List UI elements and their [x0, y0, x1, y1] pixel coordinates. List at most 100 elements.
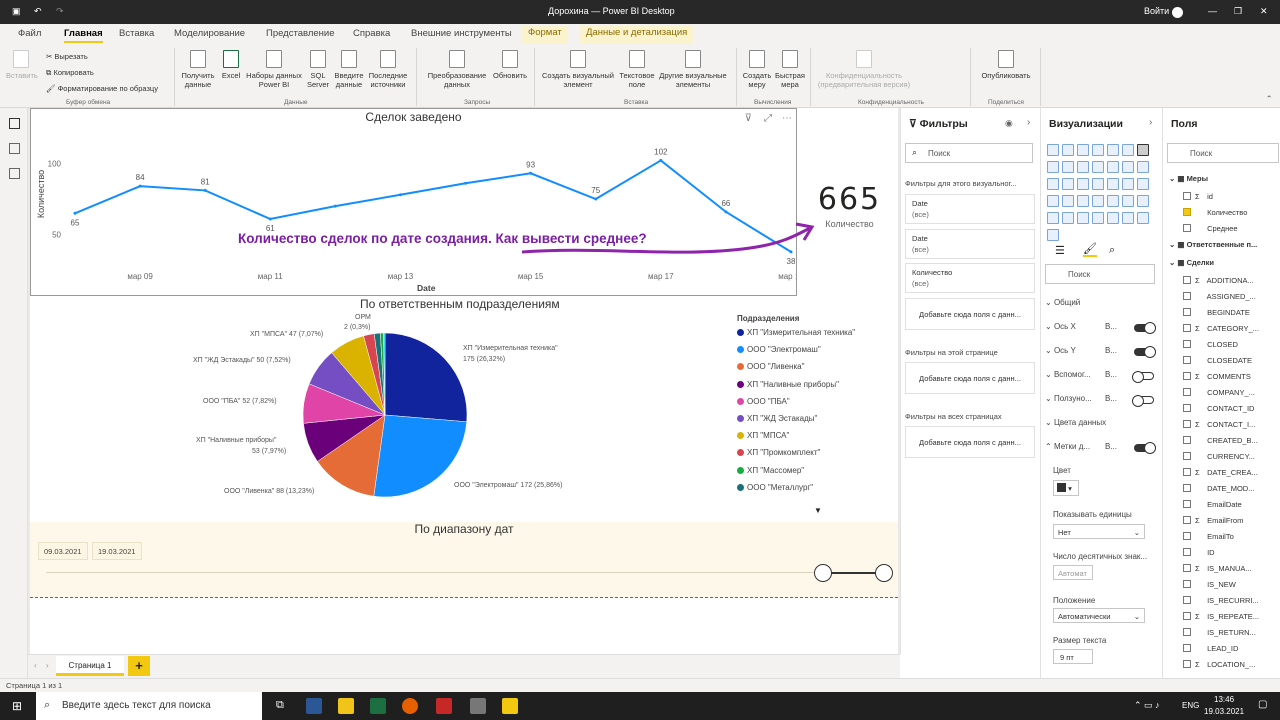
refresh-button[interactable]: Обновить: [490, 50, 530, 80]
field-item[interactable]: COMPANY_...: [1183, 388, 1255, 397]
visual-type-icon[interactable]: [1122, 161, 1134, 173]
visual-type-icon[interactable]: [1077, 178, 1089, 190]
tab-file[interactable]: Файл: [18, 28, 41, 39]
field-checkbox[interactable]: [1183, 192, 1191, 200]
explorer-icon[interactable]: [338, 698, 354, 714]
new-measure-button[interactable]: Создать меру: [740, 50, 774, 89]
section-data-colors[interactable]: ⌄ Цвета данных: [1045, 418, 1106, 427]
collapse-viz-icon[interactable]: ›: [1149, 117, 1152, 128]
tab-format[interactable]: Формат: [522, 26, 568, 44]
next-page-icon[interactable]: ›: [46, 661, 49, 670]
field-checkbox[interactable]: [1183, 484, 1191, 492]
field-checkbox[interactable]: [1183, 324, 1191, 332]
visual-type-icon[interactable]: [1122, 212, 1134, 224]
color-picker[interactable]: ▾: [1053, 480, 1079, 496]
slicer-from-input[interactable]: 09.03.2021: [38, 542, 88, 560]
visual-type-icon[interactable]: [1137, 195, 1149, 207]
visual-type-icon[interactable]: [1122, 178, 1134, 190]
filters-search[interactable]: Поиск: [905, 143, 1033, 163]
data-point[interactable]: [594, 197, 598, 201]
app-icon-red[interactable]: [436, 698, 452, 714]
aux-toggle[interactable]: [1132, 371, 1154, 383]
field-item[interactable]: CLOSEDATE: [1183, 356, 1252, 365]
visual-type-icon[interactable]: [1062, 178, 1074, 190]
field-checkbox[interactable]: [1183, 660, 1191, 668]
data-point[interactable]: [724, 210, 728, 214]
field-checkbox[interactable]: [1183, 628, 1191, 636]
section-y-axis[interactable]: ⌄ Ось Y: [1045, 346, 1076, 355]
tab-help[interactable]: Справка: [353, 28, 390, 39]
format-painter-button[interactable]: 🖌 Форматирование по образцу: [46, 84, 158, 93]
visual-type-icon[interactable]: [1047, 161, 1059, 173]
legend-scroll-icon[interactable]: ▼: [814, 506, 822, 515]
section-general[interactable]: ⌄ Общий: [1045, 298, 1080, 307]
tab-view[interactable]: Представление: [266, 28, 335, 39]
excel-taskbar-icon[interactable]: [370, 698, 386, 714]
field-item[interactable]: CLOSED: [1183, 340, 1238, 349]
field-checkbox[interactable]: [1183, 500, 1191, 508]
data-labels-toggle[interactable]: [1134, 442, 1156, 454]
data-point[interactable]: [268, 217, 272, 221]
filter-card-count[interactable]: Количество (все): [905, 263, 1035, 293]
format-search[interactable]: Поиск: [1045, 264, 1155, 284]
field-item[interactable]: Σ COMMENTS: [1183, 372, 1251, 381]
field-item[interactable]: Σ DATE_CREA...: [1183, 468, 1258, 477]
get-data-button[interactable]: Получить данные: [178, 50, 218, 89]
add-field-visual[interactable]: Добавьте сюда поля с данн...: [905, 298, 1035, 330]
report-view-icon[interactable]: [9, 118, 20, 129]
tab-data-drill[interactable]: Данные и детализация: [580, 26, 694, 44]
legend-item[interactable]: ХП "МПСА": [737, 431, 789, 440]
legend-item[interactable]: ООО "Ливенка": [737, 362, 804, 371]
visual-type-icon[interactable]: [1092, 212, 1104, 224]
field-checkbox[interactable]: [1183, 208, 1191, 216]
field-item[interactable]: EmailDate: [1183, 500, 1242, 509]
fields-search[interactable]: Поиск: [1167, 143, 1279, 163]
recent-sources-button[interactable]: Последние источники: [366, 50, 410, 89]
pie-chart[interactable]: [300, 330, 470, 500]
visual-type-icon[interactable]: [1077, 212, 1089, 224]
visual-type-icon[interactable]: [1107, 178, 1119, 190]
field-item[interactable]: Σ EmailFrom: [1183, 516, 1243, 525]
slider-handle-end[interactable]: [875, 564, 893, 582]
language-indicator[interactable]: ENG: [1182, 701, 1199, 710]
visual-type-icon[interactable]: [1062, 161, 1074, 173]
legend-item[interactable]: ХП "Массомер": [737, 466, 804, 475]
field-item[interactable]: Σ CONTACT_I...: [1183, 420, 1255, 429]
avatar[interactable]: [1172, 7, 1183, 18]
field-checkbox[interactable]: [1183, 224, 1191, 232]
field-checkbox[interactable]: [1183, 388, 1191, 396]
slicer-to-input[interactable]: 19.03.2021: [92, 542, 142, 560]
field-checkbox[interactable]: [1183, 548, 1191, 556]
enter-data-button[interactable]: Введите данные: [332, 50, 366, 89]
eye-icon[interactable]: ◉: [1005, 118, 1013, 129]
visual-type-icon[interactable]: [1107, 161, 1119, 173]
field-item[interactable]: ASSIGNED_...: [1183, 292, 1256, 301]
field-item[interactable]: Σ IS_REPEATE...: [1183, 612, 1259, 621]
notification-icon[interactable]: ▢: [1258, 699, 1267, 710]
legend-item[interactable]: ХП "Наливные приборы": [737, 380, 839, 389]
visual-type-icon[interactable]: [1122, 195, 1134, 207]
visual-type-icon[interactable]: [1107, 212, 1119, 224]
pbi-datasets-button[interactable]: Наборы данных Power BI: [244, 50, 304, 89]
field-item[interactable]: IS_RECURRI...: [1183, 596, 1259, 605]
model-view-icon[interactable]: [9, 168, 20, 179]
units-select[interactable]: Нет ⌄: [1053, 524, 1145, 539]
field-table[interactable]: ⌄ ▦ Ответственные п...: [1169, 240, 1257, 249]
sensitivity-button[interactable]: Конфиденциальность (предварительная верс…: [816, 50, 912, 89]
visual-type-icon[interactable]: [1077, 195, 1089, 207]
data-point[interactable]: [203, 188, 207, 192]
field-checkbox[interactable]: [1183, 420, 1191, 428]
section-aux[interactable]: ⌄ Вспомог...: [1045, 370, 1091, 379]
field-checkbox[interactable]: [1183, 308, 1191, 316]
tray-icons[interactable]: ⌃ ▭ ♪: [1134, 700, 1160, 711]
quick-measure-button[interactable]: Быстрая мера: [774, 50, 806, 89]
new-visual-button[interactable]: Создать визуальный элемент: [540, 50, 616, 89]
minimize-icon[interactable]: —: [1208, 6, 1217, 16]
maximize-icon[interactable]: ❐: [1234, 6, 1242, 17]
slider-handle-start[interactable]: [814, 564, 832, 582]
line-chart-visual[interactable]: Сделок заведено ⊽ ⤢ ⋯ Количество Date 65…: [30, 108, 797, 296]
position-select[interactable]: Автоматически ⌄: [1053, 608, 1145, 623]
legend-item[interactable]: ООО "Металлург": [737, 483, 813, 492]
close-icon[interactable]: ✕: [1260, 6, 1268, 17]
windows-start-icon[interactable]: ⊞: [12, 699, 22, 713]
